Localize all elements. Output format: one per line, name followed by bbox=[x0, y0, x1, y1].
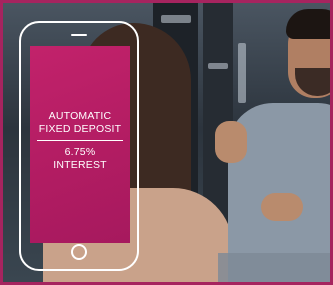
offer-line-1: AUTOMATIC bbox=[48, 110, 112, 122]
offer-line-2: FIXED DEPOSIT bbox=[38, 123, 122, 135]
offer-rate: 6.75% bbox=[64, 146, 96, 158]
phone-screen: AUTOMATIC FIXED DEPOSIT 6.75% INTEREST bbox=[30, 46, 130, 243]
offer-text: AUTOMATIC FIXED DEPOSIT 6.75% INTEREST bbox=[30, 110, 130, 172]
display-counter bbox=[218, 253, 330, 282]
offer-divider bbox=[37, 140, 123, 141]
ad-banner: AUTOMATIC FIXED DEPOSIT 6.75% INTEREST bbox=[0, 0, 333, 285]
home-button-icon bbox=[71, 244, 87, 260]
man-hand bbox=[261, 193, 303, 221]
earpiece-icon bbox=[71, 34, 87, 36]
smartphone-outline-icon: AUTOMATIC FIXED DEPOSIT 6.75% INTEREST bbox=[19, 21, 139, 271]
offer-line-4: INTEREST bbox=[53, 159, 107, 171]
shelf-light bbox=[238, 43, 246, 103]
shelf-light bbox=[208, 63, 228, 69]
shelf-light bbox=[161, 15, 191, 23]
man-hair bbox=[286, 9, 330, 39]
man-hand bbox=[215, 121, 247, 163]
